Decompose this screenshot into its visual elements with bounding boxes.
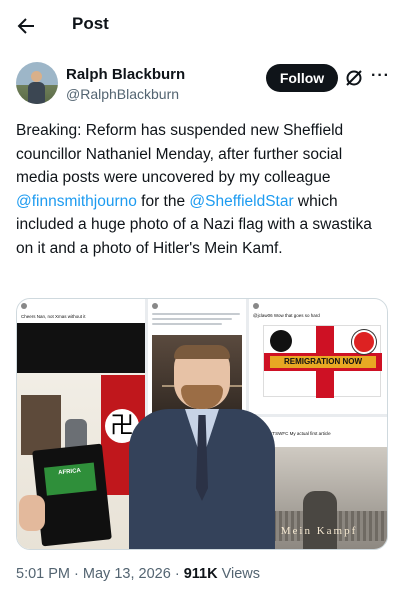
avatar[interactable] bbox=[16, 62, 58, 104]
tweet-text: Breaking: Reform has suspended new Sheff… bbox=[16, 119, 384, 261]
screenshot-panel: Cheers Nan, not Xmas without it 卍 AFRICA bbox=[17, 299, 145, 549]
box-label: AFRICA bbox=[44, 462, 97, 496]
user-handle[interactable]: @RalphBlackburn bbox=[66, 86, 179, 102]
post-date[interactable]: May 13, 2026 bbox=[83, 566, 171, 582]
banner-text: REMIGRATION NOW bbox=[270, 356, 376, 368]
author-row: Ralph Blackburn @RalphBlackburn Follow ·… bbox=[16, 62, 389, 108]
portrait-photo bbox=[129, 345, 275, 549]
page-title: Post bbox=[72, 14, 109, 33]
panel-caption: Cheers Nan, not Xmas without it bbox=[21, 314, 86, 319]
follow-button[interactable]: Follow bbox=[266, 64, 338, 92]
views-count: 911K bbox=[183, 566, 218, 582]
arrow-left-icon[interactable] bbox=[14, 14, 38, 38]
meta-separator: · bbox=[74, 566, 79, 582]
post-meta: 5:01 PM · May 13, 2026 · 911K Views bbox=[16, 566, 260, 582]
club-crest-icon bbox=[352, 330, 376, 354]
post-time[interactable]: 5:01 PM bbox=[16, 566, 70, 582]
meta-separator: · bbox=[174, 566, 180, 582]
mention-link[interactable]: @SheffieldStar bbox=[189, 193, 293, 210]
views-label: Views bbox=[221, 566, 261, 582]
flag-image: REMIGRATION NOW bbox=[263, 325, 382, 398]
display-name[interactable]: Ralph Blackburn bbox=[66, 66, 185, 83]
tweet-text-part: for the bbox=[136, 192, 190, 210]
top-bar: Post bbox=[0, 0, 397, 52]
media-image[interactable]: Cheers Nan, not Xmas without it 卍 AFRICA… bbox=[16, 298, 388, 550]
tweet-text-part: Breaking: Reform has suspended new Sheff… bbox=[16, 122, 344, 187]
more-icon[interactable]: ··· bbox=[371, 66, 391, 86]
mention-link[interactable]: @finnsmithjourno bbox=[16, 193, 137, 210]
panel-caption: @jclaw06 Wow that goes so hard bbox=[253, 313, 320, 318]
grok-icon[interactable] bbox=[344, 68, 364, 88]
product-box: AFRICA bbox=[32, 443, 112, 547]
